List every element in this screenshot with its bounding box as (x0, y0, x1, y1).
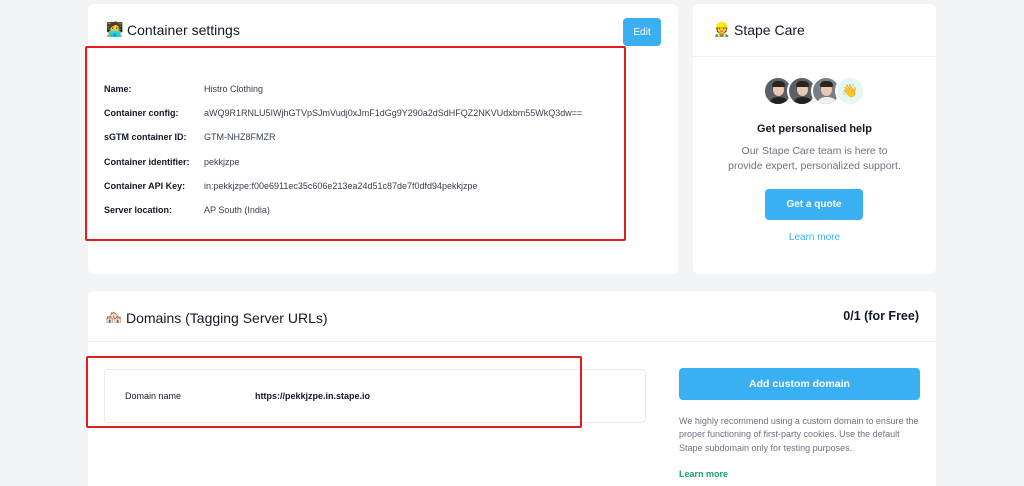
settings-list: Name: Histro Clothing Container config: … (104, 77, 582, 222)
domain-plan-count: 0/1 (for Free) (843, 309, 919, 323)
get-quote-button[interactable]: Get a quote (765, 189, 863, 220)
domain-row: Domain name https://pekkjzpe.in.stape.io (104, 369, 646, 423)
domains-heading: Domains (Tagging Server URLs) (126, 309, 328, 326)
stape-care-title: 👷 Stape Care (713, 21, 805, 38)
care-heading: Get personalised help (757, 123, 872, 135)
settings-row-identifier: Container identifier: pekkjzpe (104, 150, 582, 174)
settings-value: pekkjzpe (204, 156, 240, 167)
settings-value: aWQ9R1RNLU5IWjhGTVpSJmVudj0xJmF1dGg9Y290… (204, 108, 583, 119)
stape-care-heading: Stape Care (734, 21, 805, 38)
worker-icon: 👷 (713, 21, 731, 37)
container-settings-heading: Container settings (127, 21, 240, 38)
settings-label: sGTM container ID: (104, 132, 187, 143)
domain-name-value: https://pekkjzpe.in.stape.io (255, 391, 371, 401)
domain-name-label: Domain name (125, 391, 182, 401)
stape-care-card: 👷 Stape Care 👋 Get personalised help Our… (693, 4, 936, 274)
add-custom-domain-button[interactable]: Add custom domain (679, 368, 920, 400)
container-settings-title: 🧑‍💻 Container settings (106, 21, 240, 38)
settings-label: Container config: (104, 108, 179, 119)
team-avatars: 👋 (763, 76, 865, 106)
settings-row-api-key: Container API Key: in:pekkjzpe:f00e6911e… (104, 174, 582, 198)
settings-value: AP South (India) (204, 205, 270, 216)
domains-title: 🏘️ Domains (Tagging Server URLs) (105, 309, 328, 326)
settings-value: GTM-NHZ8FMZR (204, 132, 276, 143)
container-settings-card: 🧑‍💻 Container settings Edit Name: Histro… (88, 4, 678, 274)
edit-button[interactable]: Edit (623, 18, 661, 46)
houses-icon: 🏘️ (105, 309, 123, 325)
divider (693, 56, 936, 57)
domains-learn-more-link[interactable]: Learn more (679, 469, 728, 479)
settings-row-sgtm-id: sGTM container ID: GTM-NHZ8FMZR (104, 125, 582, 149)
settings-row-name: Name: Histro Clothing (104, 77, 582, 101)
divider (88, 341, 936, 342)
settings-label: Container identifier: (104, 156, 190, 167)
settings-row-config: Container config: aWQ9R1RNLU5IWjhGTVpSJm… (104, 101, 582, 125)
domains-card: 🏘️ Domains (Tagging Server URLs) 0/1 (fo… (88, 291, 936, 486)
care-learn-more-link[interactable]: Learn more (693, 232, 936, 243)
settings-label: Name: (104, 84, 132, 95)
settings-row-location: Server location: AP South (India) (104, 198, 582, 222)
wave-icon: 👋 (835, 76, 865, 106)
settings-label: Container API Key: (104, 180, 186, 191)
settings-label: Server location: (104, 205, 173, 216)
developer-icon: 🧑‍💻 (106, 21, 124, 37)
settings-value: Histro Clothing (204, 84, 264, 95)
settings-value: in:pekkjzpe:f00e6911ec35c606e213ea24d51c… (204, 180, 478, 191)
care-description: Our Stape Care team is here to provide e… (728, 145, 901, 172)
domain-recommendation-text: We highly recommend using a custom domai… (679, 416, 919, 453)
